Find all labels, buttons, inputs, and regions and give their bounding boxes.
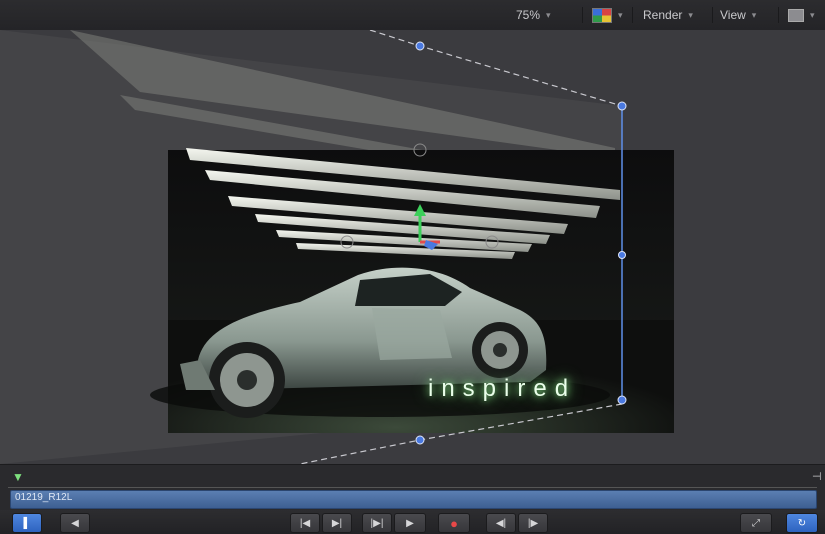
fullscreen-button[interactable]: ⤢ (740, 513, 772, 533)
play-icon: ▶ (406, 517, 414, 529)
next-icon: |▶ (527, 517, 539, 529)
clip-label: 01219_R12L (15, 492, 73, 503)
render-menu[interactable]: Render ▾ (643, 6, 693, 24)
chevron-down-icon: ▾ (618, 9, 623, 20)
view-label: View (720, 8, 746, 22)
edge-handle-top (415, 41, 425, 51)
zoom-popup[interactable]: 75% ▾ (516, 6, 551, 24)
chevron-down-icon: ▾ (751, 9, 757, 20)
expand-icon: ⤢ (752, 517, 760, 529)
play-reverse-button[interactable]: ▶| (322, 513, 352, 533)
edge-handle-right (618, 251, 626, 259)
previous-frame-button[interactable]: ◀| (486, 513, 516, 533)
mini-timeline: 01219_R12L (0, 464, 825, 511)
chevron-down-icon: ▾ (688, 9, 693, 20)
loop-button[interactable]: ↻ (786, 513, 818, 533)
render-label: Render (643, 8, 683, 22)
timeline-ruler[interactable] (8, 469, 817, 488)
go-to-start-button[interactable]: |◀ (290, 513, 320, 533)
timing-display-button[interactable]: ▌ (12, 513, 42, 533)
step-back-icon: ▶| (331, 517, 343, 529)
channels-popup[interactable]: ▾ (592, 6, 623, 24)
prev-icon: ◀| (495, 517, 507, 529)
view-layout-icon (788, 8, 804, 22)
play-button[interactable]: ▶ (394, 513, 426, 533)
transport-controls: ▌ ◀ |◀ ▶| |▶| ▶ ● ◀| |▶ ⤢ ↻ (0, 510, 825, 534)
record-button[interactable]: ● (438, 513, 470, 533)
audio-button[interactable]: ◀ (60, 513, 90, 533)
view-menu[interactable]: View ▾ (720, 6, 756, 24)
corner-handle-tr (617, 101, 627, 111)
record-icon: ● (450, 515, 458, 531)
canvas-toolbar: 75% ▾ ▾ Render ▾ View ▾ ▾ (0, 0, 825, 31)
next-frame-button[interactable]: |▶ (518, 513, 548, 533)
step-forward-icon: |▶| (370, 517, 384, 529)
timing-icon: ▌ (23, 517, 31, 529)
chevron-down-icon: ▾ (810, 9, 815, 20)
edge-handle-bottom (415, 435, 425, 445)
step-forward-button[interactable]: |▶| (362, 513, 392, 533)
zoom-level: 75% (516, 8, 541, 22)
layout-menu[interactable]: ▾ (788, 6, 815, 24)
timeline-clip[interactable]: 01219_R12L (10, 490, 817, 509)
motion-editor: 75% ▾ ▾ Render ▾ View ▾ ▾ inspired 01219… (0, 0, 825, 534)
playhead-marker[interactable]: ▼ (12, 470, 24, 484)
inspired-text-layer[interactable]: inspired (428, 374, 608, 404)
chevron-down-icon: ▾ (546, 9, 551, 20)
loop-icon: ↻ (797, 517, 807, 529)
canvas-drawing (0, 30, 674, 464)
speaker-icon: ◀ (71, 517, 79, 529)
out-point-marker[interactable]: ⊣ (812, 470, 822, 484)
canvas-viewer[interactable]: inspired (0, 30, 825, 464)
corner-handle-br (617, 395, 627, 405)
skip-back-icon: |◀ (299, 517, 311, 529)
color-channels-icon (592, 7, 612, 23)
